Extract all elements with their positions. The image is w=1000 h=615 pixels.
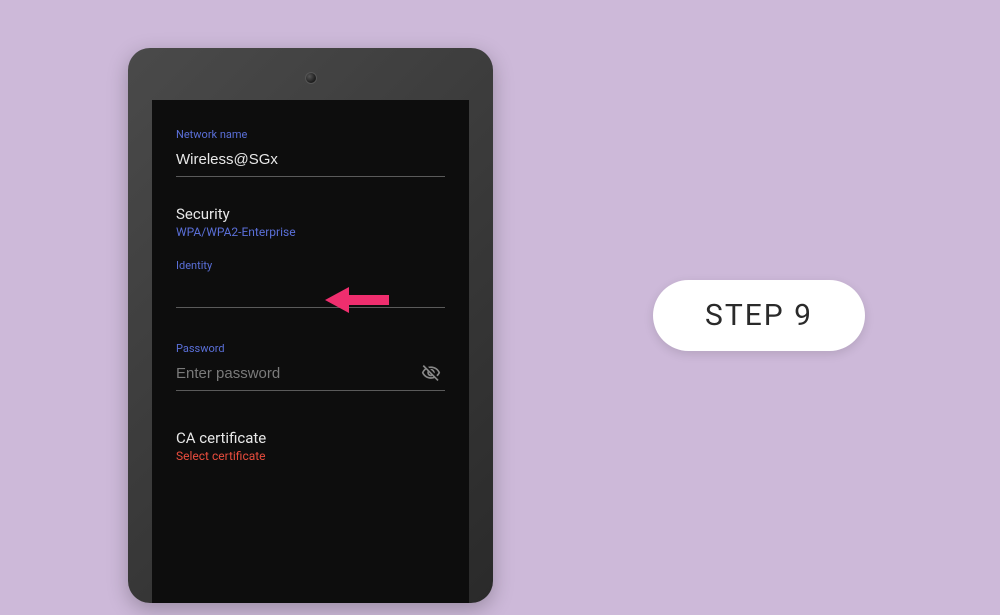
identity-field: Identity — [176, 259, 445, 308]
network-name-input[interactable] — [176, 147, 445, 177]
identity-label: Identity — [176, 259, 445, 272]
password-field: Password — [176, 342, 445, 391]
ca-certificate-title: CA certificate — [176, 429, 445, 447]
security-title: Security — [176, 205, 445, 223]
security-field[interactable]: Security WPA/WPA2-Enterprise — [176, 205, 445, 239]
password-label: Password — [176, 342, 445, 355]
arrow-annotation — [325, 285, 389, 319]
network-name-field: Network name — [176, 128, 445, 177]
visibility-off-icon[interactable] — [421, 363, 441, 383]
network-name-label: Network name — [176, 128, 445, 141]
ca-certificate-field[interactable]: CA certificate Select certificate — [176, 429, 445, 463]
step-badge: STEP 9 — [653, 280, 865, 351]
security-value: WPA/WPA2-Enterprise — [176, 225, 445, 239]
identity-input[interactable] — [176, 278, 445, 308]
settings-screen: Network name Security WPA/WPA2-Enterpris… — [152, 100, 469, 603]
password-input[interactable] — [176, 361, 445, 391]
tablet-frame: Network name Security WPA/WPA2-Enterpris… — [128, 48, 493, 603]
ca-certificate-value: Select certificate — [176, 449, 445, 463]
camera-dot — [305, 72, 317, 84]
